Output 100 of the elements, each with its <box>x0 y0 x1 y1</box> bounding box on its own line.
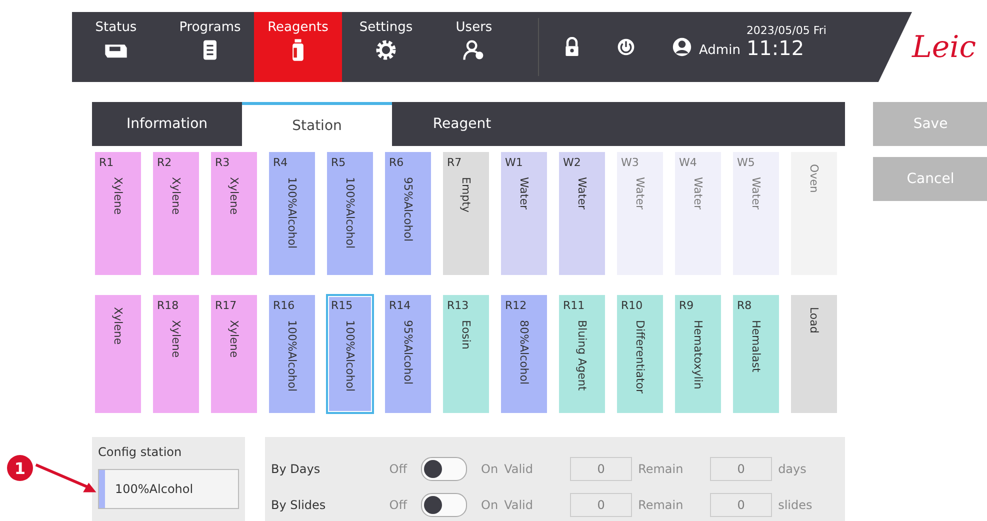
station-id: R12 <box>505 299 527 312</box>
station-id: W2 <box>563 156 581 169</box>
station-id: R13 <box>447 299 469 312</box>
station-slot[interactable]: R12 80%Alcohol <box>501 295 547 413</box>
station-slot[interactable]: R7 Empty <box>443 152 489 275</box>
reagent-name: 100%Alcohol <box>286 320 298 392</box>
station-slot[interactable]: R18 Xylene <box>153 295 199 413</box>
reagent-name: Xylene <box>112 177 124 215</box>
station-id: R9 <box>679 299 694 312</box>
station-slot[interactable]: R5 100%Alcohol <box>327 152 373 275</box>
reagent-name: 100%Alcohol <box>344 177 356 249</box>
reagent-name: Empty <box>460 177 472 212</box>
station-id: R8 <box>737 299 752 312</box>
reagent-name: 100%Alcohol <box>286 177 298 249</box>
valid-label: Valid <box>504 462 534 476</box>
date-text: 2023/05/05 Fri <box>746 24 826 37</box>
reagent-name: 95%Alcohol <box>402 177 414 242</box>
reagent-name: Water <box>692 177 704 210</box>
station-slot[interactable]: R6 95%Alcohol <box>385 152 431 275</box>
remain-label: Remain <box>638 498 684 512</box>
valid-field[interactable]: 0 <box>570 457 632 481</box>
station-slot[interactable]: R16 100%Alcohol <box>269 295 315 413</box>
station-id: R14 <box>389 299 411 312</box>
station-id: R4 <box>273 156 288 169</box>
reagent-name: Eosin <box>460 320 472 350</box>
station-id: W3 <box>621 156 639 169</box>
reagent-name: Oven <box>808 164 820 193</box>
station-slot[interactable]: R2 Xylene <box>153 152 199 275</box>
lock-icon[interactable] <box>563 37 581 57</box>
station-id: R7 <box>447 156 462 169</box>
nav-tab[interactable]: Programs <box>166 12 254 82</box>
station-id: R2 <box>157 156 172 169</box>
station-slot[interactable]: R8 Hemalast <box>733 295 779 413</box>
station-field[interactable]: 100%Alcohol <box>98 469 239 509</box>
off-label: Off <box>388 462 407 476</box>
reagent-name: Hematoxylin <box>692 320 704 390</box>
toggle-switch[interactable] <box>421 493 467 517</box>
station-id: R10 <box>621 299 643 312</box>
station-slot[interactable]: W2 Water <box>559 152 605 275</box>
reagent-name: 100%Alcohol <box>344 320 356 392</box>
station-id: R17 <box>215 299 237 312</box>
reagent-name: Xylene <box>228 177 240 215</box>
user-icon[interactable] <box>671 37 693 57</box>
station-slot[interactable]: R15 100%Alcohol <box>327 295 373 413</box>
unit-label: days <box>778 462 806 476</box>
station-id: R5 <box>331 156 346 169</box>
station-id: R16 <box>273 299 295 312</box>
reagent-name: Xylene <box>170 177 182 215</box>
reagent-name: 95%Alcohol <box>402 320 414 385</box>
valid-label: Valid <box>504 498 534 512</box>
reagent-name: Water <box>750 177 762 210</box>
tab[interactable]: Station <box>242 102 392 146</box>
station-id: R11 <box>563 299 585 312</box>
station-slot[interactable]: Xylene <box>95 295 141 413</box>
reagent-name: 80%Alcohol <box>518 320 530 385</box>
station-slot[interactable]: R11 Bluing Agent <box>559 295 605 413</box>
station-id: W4 <box>679 156 697 169</box>
reagent-name: Water <box>634 177 646 210</box>
tab[interactable]: Information <box>92 102 242 146</box>
on-label: On <box>481 462 498 476</box>
off-label: Off <box>388 498 407 512</box>
on-label: On <box>481 498 498 512</box>
power-icon[interactable] <box>617 37 635 57</box>
station-id: R1 <box>99 156 114 169</box>
station-slot[interactable]: R17 Xylene <box>211 295 257 413</box>
reagent-name: Hemalast <box>750 320 762 372</box>
station-slot[interactable]: R13 Eosin <box>443 295 489 413</box>
remain-label: Remain <box>638 462 684 476</box>
station-slot[interactable]: R4 100%Alcohol <box>269 152 315 275</box>
station-slot[interactable]: W1 Water <box>501 152 547 275</box>
station-id: W5 <box>737 156 755 169</box>
reagent-name: Xylene <box>112 307 124 345</box>
nav-tab[interactable]: Reagents <box>254 12 342 82</box>
station-slot[interactable]: R10 Differentiator <box>617 295 663 413</box>
station-slot[interactable]: R9 Hematoxylin <box>675 295 721 413</box>
nav-tab[interactable]: Users <box>430 12 518 82</box>
station-slot[interactable]: R14 95%Alcohol <box>385 295 431 413</box>
nav-tab[interactable]: Settings <box>342 12 430 82</box>
callout-number: 1 <box>7 455 33 481</box>
unit-label: slides <box>778 498 812 512</box>
station-slot[interactable]: Load <box>791 295 837 413</box>
station-id: R6 <box>389 156 404 169</box>
nav-tab[interactable]: Status <box>72 12 160 82</box>
tab[interactable]: Reagent <box>392 102 532 146</box>
remain-field[interactable]: 0 <box>710 457 772 481</box>
reagent-name: Water <box>576 177 588 210</box>
station-id: R18 <box>157 299 179 312</box>
station-slot[interactable]: R1 Xylene <box>95 152 141 275</box>
station-id: R15 <box>331 299 353 312</box>
limit-label: By Slides <box>271 498 327 512</box>
reagent-name: Differentiator <box>634 320 646 394</box>
limit-label: By Days <box>271 462 322 476</box>
reagent-name: Xylene <box>170 320 182 358</box>
user-name: Admin <box>699 42 740 58</box>
reagent-name: Load <box>808 307 820 334</box>
remain-field[interactable]: 0 <box>710 493 772 517</box>
station-slot[interactable]: R3 Xylene <box>211 152 257 275</box>
reagent-name: Water <box>518 177 530 210</box>
toggle-switch[interactable] <box>421 457 467 481</box>
valid-field[interactable]: 0 <box>570 493 632 517</box>
